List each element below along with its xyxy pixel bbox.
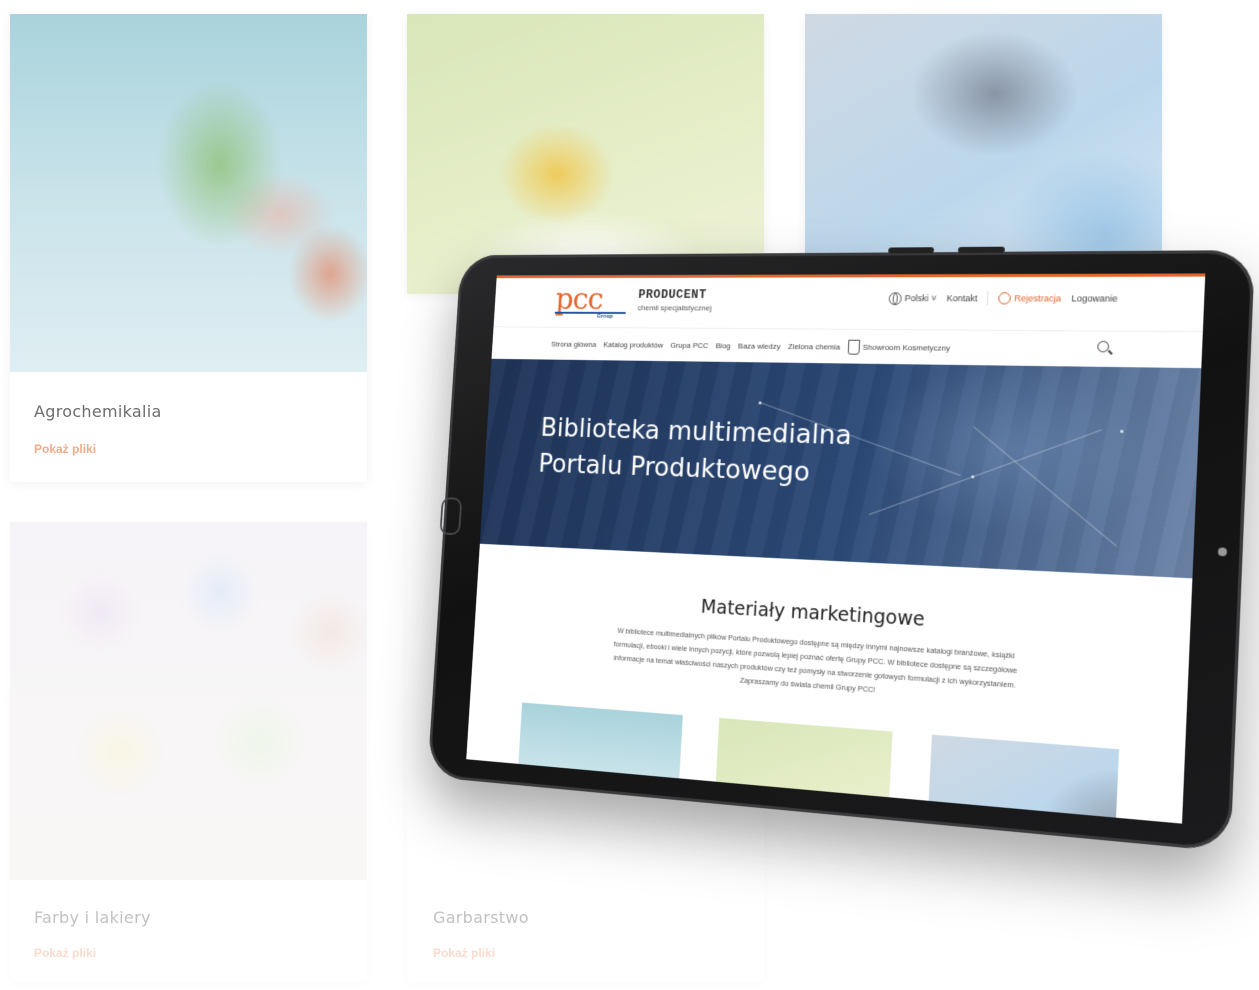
- search-icon[interactable]: [1097, 340, 1110, 353]
- nav-item-knowledge[interactable]: Baza wiedzy: [738, 341, 781, 350]
- tablet-screen: pcc Group PRODUCENT chemii specjalistycz…: [466, 273, 1206, 824]
- section-description: W bibliotece multimedialnych plików Port…: [613, 626, 1018, 695]
- contact-link[interactable]: Kontakt: [946, 293, 977, 303]
- camera-icon: [1217, 547, 1228, 557]
- pcc-logo[interactable]: pcc: [555, 281, 604, 317]
- nav-item-green[interactable]: Zielona chemia: [788, 342, 841, 351]
- register-label: Rejestracja: [1013, 293, 1062, 304]
- globe-icon: [888, 291, 903, 305]
- brand-title: PRODUCENT: [638, 287, 707, 302]
- login-link[interactable]: Logowanie: [1071, 293, 1118, 303]
- header-divider: [987, 291, 989, 306]
- register-link[interactable]: Rejestracja: [998, 292, 1062, 305]
- brand-subtitle: chemii specjalistycznej: [637, 303, 712, 313]
- network-node: [758, 401, 762, 405]
- user-circle-icon: [998, 292, 1012, 305]
- nav-item-showroom[interactable]: Showroom Kosmetyczny: [847, 339, 951, 355]
- thumb-agrochemicals[interactable]: [514, 702, 683, 824]
- logo-underline: [554, 311, 626, 314]
- nav-item-home[interactable]: Strona główna: [551, 339, 597, 348]
- header-actions: Polski ˅ Kontakt Rejestracja Logowanie: [888, 291, 1118, 306]
- nav-item-catalog[interactable]: Katalog produktów: [603, 340, 663, 349]
- language-label: Polski: [904, 292, 929, 303]
- thumb-pharma[interactable]: [925, 734, 1120, 824]
- showroom-label: Showroom Kosmetyczny: [862, 341, 951, 352]
- network-node: [1120, 429, 1124, 433]
- language-selector[interactable]: Polski ˅: [888, 291, 937, 305]
- network-line: [868, 429, 1102, 516]
- nav-item-blog[interactable]: Blog: [715, 341, 730, 350]
- material-thumbnails: [514, 702, 1120, 824]
- hero-title: Biblioteka multimedialna Portalu Produkt…: [537, 410, 853, 493]
- network-line: [973, 426, 1118, 547]
- power-button: [888, 247, 935, 254]
- flask-icon: [847, 339, 861, 355]
- home-button[interactable]: [439, 497, 463, 536]
- tablet-device: pcc Group PRODUCENT chemii specjalistycz…: [427, 246, 1256, 853]
- thumb-detergents[interactable]: [712, 717, 893, 824]
- nav-item-group[interactable]: Grupa PCC: [670, 341, 709, 350]
- hero-banner: Biblioteka multimedialna Portalu Produkt…: [479, 358, 1202, 579]
- logo-group-label: Group: [596, 313, 614, 320]
- volume-button: [957, 246, 1005, 254]
- network-node: [971, 475, 975, 479]
- site-header: pcc Group PRODUCENT chemii specjalistycz…: [493, 273, 1206, 332]
- tablet-mockup: pcc Group PRODUCENT chemii specjalistycz…: [0, 0, 1259, 990]
- hero-title-line2: Portalu Produktowego: [537, 448, 811, 488]
